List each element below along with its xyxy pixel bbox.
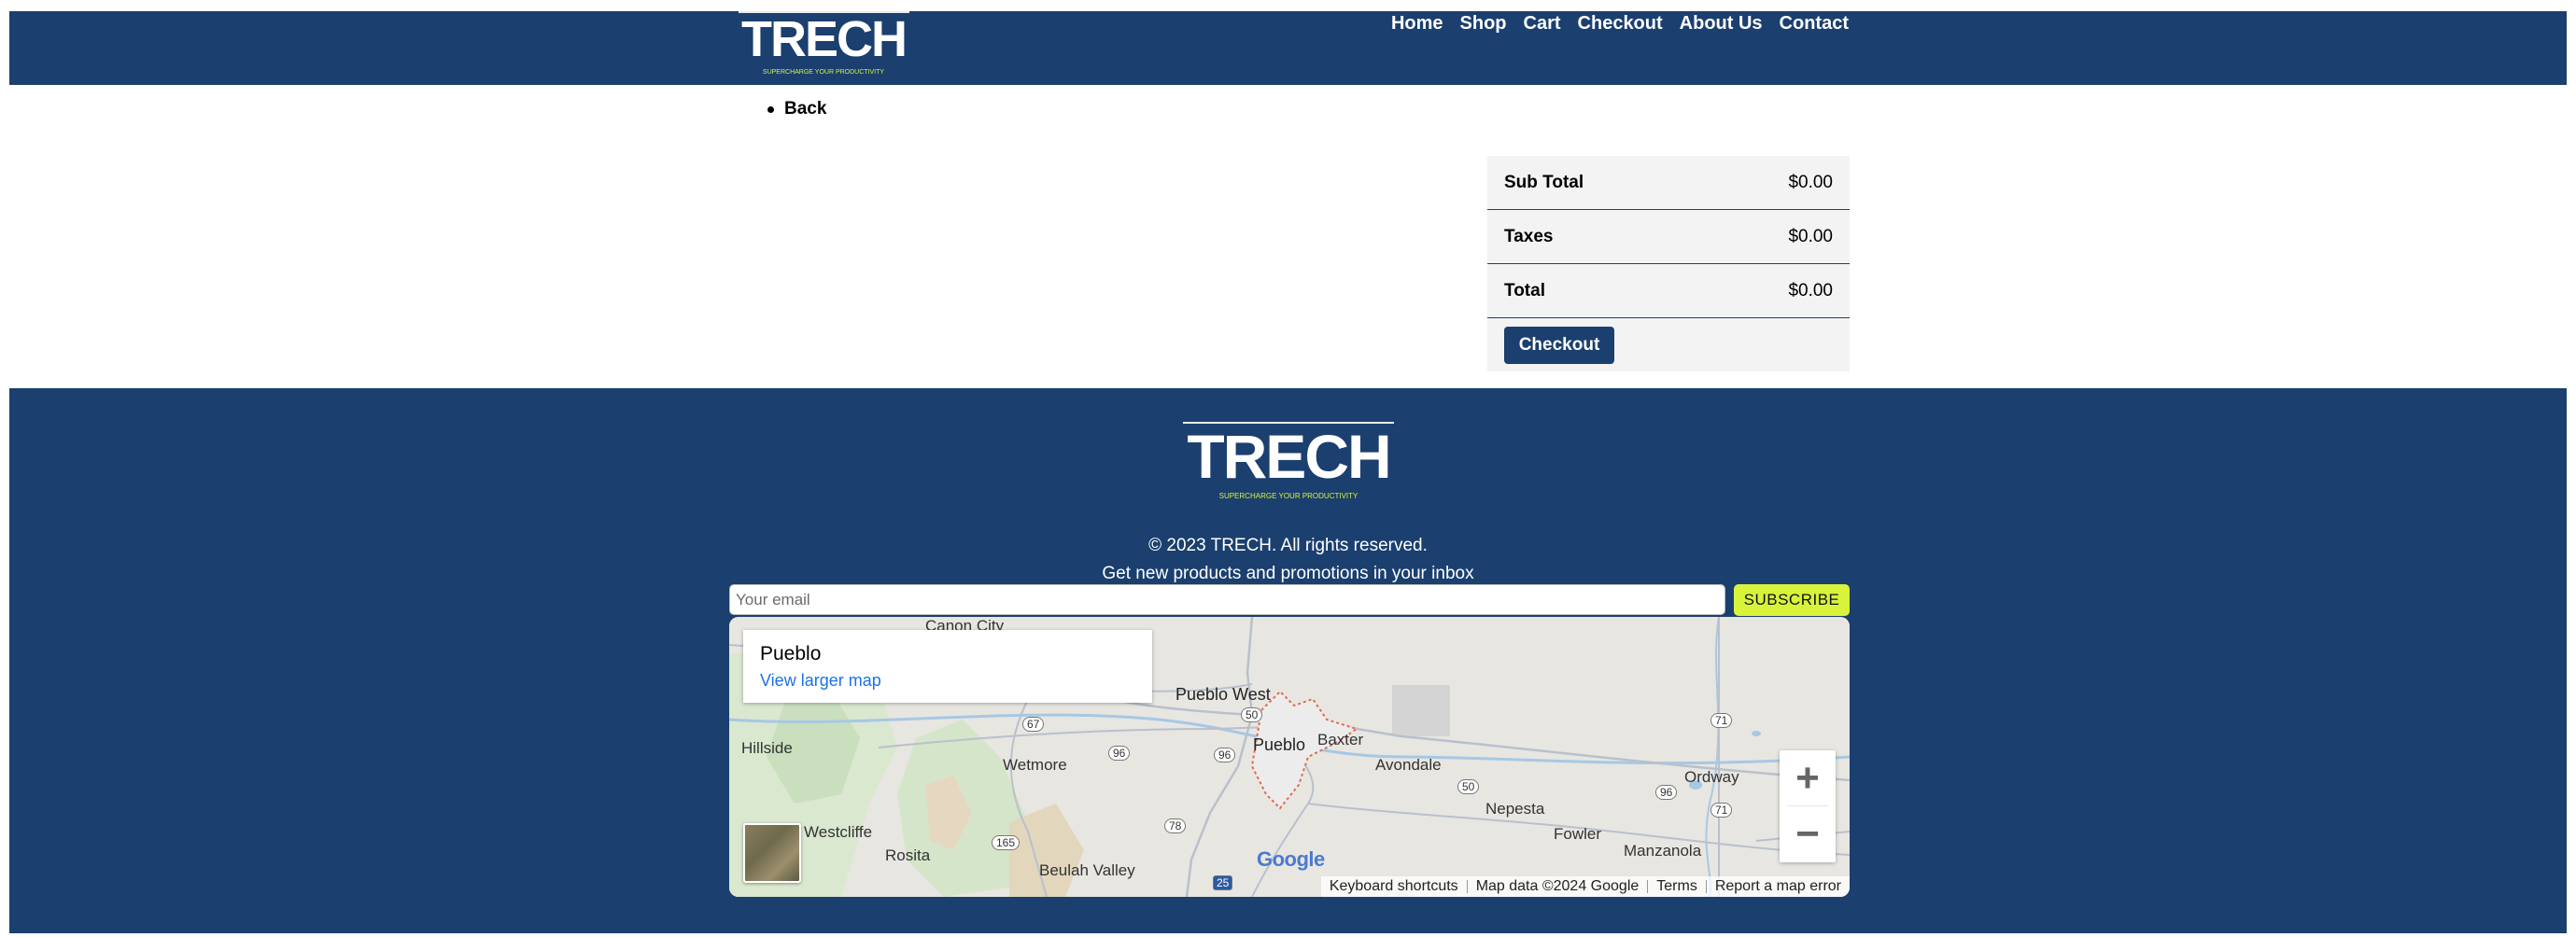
total-row: Total $0.00 [1487, 264, 1850, 318]
cart-totals: Sub Total $0.00 Taxes $0.00 Total $0.00 … [1487, 156, 1850, 371]
route-shield-165: 165 [992, 835, 1021, 850]
map-attribution: Keyboard shortcuts Map data ©2024 Google… [1320, 876, 1850, 897]
google-wordmark: Google [1257, 847, 1326, 871]
map-label-avondale: Avondale [1375, 756, 1442, 774]
route-shield-50: 50 [1241, 707, 1263, 722]
map-label-westcliffe: Westcliffe [804, 823, 873, 841]
subtotal-row: Sub Total $0.00 [1487, 156, 1850, 210]
footer-logo: TRECH SUPERCHARGE YOUR PRODUCTIVITY [1183, 422, 1394, 508]
subtotal-label: Sub Total [1504, 172, 1584, 192]
trech-logo: TRECH SUPERCHARGE YOUR PRODUCTIVITY [741, 11, 908, 76]
map-data-text: Map data ©2024 Google [1475, 878, 1640, 894]
route-shield-96-c: 96 [1655, 785, 1678, 800]
main-nav: Home Shop Cart Checkout About Us Contact [1391, 13, 1849, 35]
zoom-in-button[interactable]: + [1780, 750, 1836, 805]
nav-checkout[interactable]: Checkout [1578, 13, 1663, 35]
map-label-pueblo-west: Pueblo West [1175, 685, 1271, 704]
svg-text:SUPERCHARGE YOUR PRODUCTIVITY: SUPERCHARGE YOUR PRODUCTIVITY [1219, 492, 1358, 500]
back-link[interactable]: Back [767, 99, 826, 119]
route-shield-67: 67 [1022, 717, 1045, 732]
svg-text:TRECH: TRECH [741, 13, 906, 67]
google-logo: Google [1257, 846, 1331, 878]
map-label-beulah-valley: Beulah Valley [1039, 861, 1135, 879]
email-field[interactable] [729, 584, 1725, 615]
breadcrumb: Back [767, 99, 826, 119]
trech-footer-logo: TRECH SUPERCHARGE YOUR PRODUCTIVITY [1187, 422, 1391, 500]
satellite-toggle[interactable] [743, 823, 801, 883]
nav-cart[interactable]: Cart [1524, 13, 1561, 35]
keyboard-shortcuts-link[interactable]: Keyboard shortcuts [1321, 878, 1467, 895]
map-label-nepesta: Nepesta [1485, 800, 1545, 818]
map-label-manzanola: Manzanola [1624, 842, 1702, 860]
map-label-ordway: Ordway [1684, 768, 1739, 786]
header-logo[interactable]: TRECH SUPERCHARGE YOUR PRODUCTIVITY [739, 11, 909, 82]
taxes-label: Taxes [1504, 226, 1554, 246]
map-zoom-controls: + − [1780, 750, 1836, 862]
terms-link[interactable]: Terms [1648, 878, 1706, 895]
svg-text:Google: Google [1257, 847, 1325, 871]
map-label-fowler: Fowler [1554, 825, 1602, 843]
checkout-button[interactable]: Checkout [1504, 327, 1614, 364]
route-shield-50-b: 50 [1457, 779, 1480, 794]
nav-contact[interactable]: Contact [1780, 13, 1849, 35]
route-shield-71-b: 71 [1710, 803, 1733, 818]
route-shield-96: 96 [1108, 746, 1131, 761]
map-place-card: Pueblo View larger map [743, 630, 1152, 703]
route-shield-i25: 25 [1213, 875, 1233, 890]
map-label-hillside: Hillside [741, 739, 793, 757]
newsletter-text: Get new products and promotions in your … [1102, 564, 1474, 583]
route-shield-96-b: 96 [1214, 748, 1236, 762]
report-map-error-link[interactable]: Report a map error [1707, 878, 1850, 895]
embedded-map[interactable]: Canon City Pueblo West Pueblo Baxter Avo… [729, 617, 1850, 897]
zoom-out-button[interactable]: − [1780, 806, 1836, 861]
map-label-wetmore: Wetmore [1003, 756, 1067, 774]
map-label-rosita: Rosita [885, 846, 931, 864]
nav-home[interactable]: Home [1391, 13, 1443, 35]
route-shield-78: 78 [1164, 818, 1187, 833]
taxes-row: Taxes $0.00 [1487, 210, 1850, 264]
map-place-title: Pueblo [760, 643, 822, 664]
subtotal-value: $0.00 [1788, 172, 1833, 192]
nav-about-us[interactable]: About Us [1680, 13, 1763, 35]
view-larger-map-link[interactable]: View larger map [760, 671, 881, 691]
map-label-pueblo: Pueblo [1253, 735, 1306, 754]
total-value: $0.00 [1788, 280, 1833, 301]
taxes-value: $0.00 [1788, 226, 1833, 246]
svg-text:SUPERCHARGE YOUR PRODUCTIVITY: SUPERCHARGE YOUR PRODUCTIVITY [763, 69, 884, 76]
nav-shop[interactable]: Shop [1460, 13, 1507, 35]
map-label-baxter: Baxter [1317, 731, 1364, 748]
total-label: Total [1504, 280, 1545, 301]
route-shield-71: 71 [1710, 713, 1733, 728]
site-header [9, 11, 2567, 85]
svg-text:TRECH: TRECH [1187, 424, 1389, 491]
copyright-text: © 2023 TRECH. All rights reserved. [1148, 536, 1428, 555]
subscribe-button[interactable]: SUBSCRIBE [1734, 584, 1850, 616]
